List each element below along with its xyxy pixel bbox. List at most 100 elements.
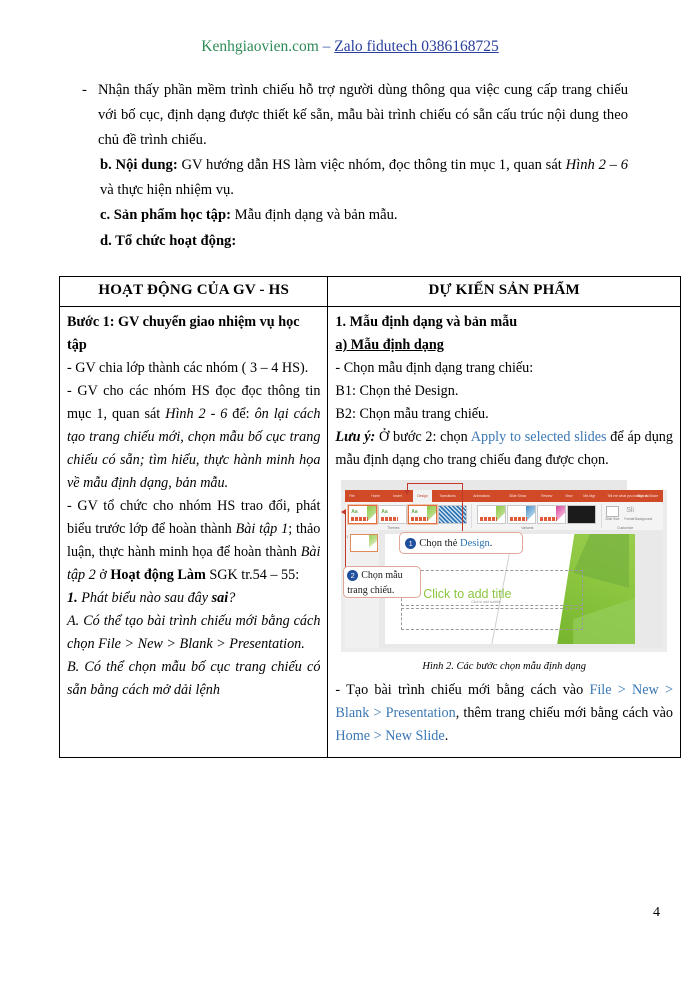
variant-wedge	[526, 506, 536, 523]
question-1-number: 1.	[67, 590, 78, 606]
table-row: Bước 1: GV chuyển giao nhiệm vụ học tập …	[58, 306, 681, 758]
left-para-2: - GV cho các nhóm HS đọc đọc thông tin m…	[67, 380, 320, 495]
bullet-marker: -	[82, 82, 87, 98]
option-a: A. Có thể tạo bài trình chiếu mới bằng c…	[67, 610, 320, 656]
ppt-tab-review[interactable]: Review	[541, 490, 552, 502]
ppt-tab-transitions[interactable]: Transitions	[439, 490, 455, 502]
ppt-theme-thumb-1[interactable]: Aa	[348, 505, 378, 524]
section-b-text-1: GV hướng dẫn HS làm việc nhóm, đọc thông…	[177, 157, 566, 174]
ppt-ribbon-content: Aa Aa Aa Sli Slide Size Format Backgroun…	[345, 502, 664, 531]
ppt-tab-insert[interactable]: Insert	[393, 490, 401, 502]
left-para-3-activity: Hoạt động Làm	[110, 567, 206, 583]
variant-wedge	[556, 506, 566, 523]
section-c: c. Sản phẩm học tập: Mẫu định dạng và bả…	[72, 203, 628, 228]
theme-swatch-lines	[351, 517, 369, 521]
callout-step-1: 1 Chọn thẻ Design.	[399, 532, 524, 554]
table-header-gv-hs: HOẠT ĐỘNG CỦA GV - HS	[58, 276, 329, 307]
subtitle-placeholder-box[interactable]	[401, 608, 584, 630]
right-last-c: .	[444, 728, 449, 744]
section-b-text-2: và thực hiện nhiệm vụ.	[100, 182, 234, 199]
variant-wedge	[496, 506, 506, 523]
slide-thumbnail-1[interactable]	[350, 534, 379, 552]
powerpoint-screenshot: File Home Insert Design Transitions Anim…	[341, 480, 668, 652]
section-b-figure-ref: Hình 2 – 6	[565, 157, 628, 174]
cell-expected-product: 1. Mẫu định dạng và bản mẫu a) Mẫu định …	[327, 306, 681, 758]
annotation-arrow-1-down	[462, 483, 464, 531]
right-last-b: , thêm trang chiếu mới bằng cách vào	[455, 705, 673, 721]
zalo-contact: Zalo fidutech 0386168725	[334, 38, 499, 55]
ppt-variant-thumb-1[interactable]	[477, 505, 507, 524]
right-note-link: Apply to selected slides	[470, 429, 607, 445]
right-note-a: Ở bước 2: chọn	[375, 429, 471, 445]
option-a-text: A. Có thể tạo bài trình chiếu mới bằng c…	[67, 613, 321, 652]
bullet-text: Nhận thấy phần mềm trình chiếu hỗ trợ ng…	[98, 82, 628, 149]
ppt-variant-thumb-2[interactable]	[507, 505, 537, 524]
figure-caption: Hình 2. Các bước chọn mẫu định dạng	[422, 661, 586, 672]
ppt-tab-animations[interactable]: Animations	[473, 490, 490, 502]
theme-wedge	[427, 506, 437, 523]
ppt-title-bar-right	[627, 480, 668, 490]
left-para-3c: ở	[95, 567, 111, 583]
ppt-theme-thumb-2[interactable]: Aa	[378, 505, 408, 524]
callout-1-text-c: .	[489, 538, 493, 549]
ppt-share-button[interactable]: Share	[649, 490, 658, 502]
ppt-tab-design[interactable]: Design	[413, 490, 432, 502]
right-para-1: - Chọn mẫu định dạng trang chiếu:	[335, 360, 534, 376]
ppt-variant-thumb-4[interactable]	[567, 505, 597, 524]
left-para-2-figref: Hình 2 - 6	[165, 406, 228, 422]
ppt-variant-thumb-3[interactable]	[537, 505, 567, 524]
left-para-3-exercise1: Bài tập 1	[235, 521, 289, 537]
annotation-arrow-2-vertical	[345, 512, 347, 572]
ppt-tab-home[interactable]: Home	[371, 490, 380, 502]
right-note: Lưu ý: Ở bước 2: chọn Apply to selected …	[335, 426, 673, 472]
ppt-tab-file[interactable]: File	[349, 490, 354, 502]
step-1-title: Bước 1: GV chuyển giao nhiệm vụ học tập	[67, 311, 320, 357]
activity-table: HOẠT ĐỘNG CỦA GV - HS DỰ KIẾN SẢN PHẨM B…	[58, 276, 681, 758]
header-separator: –	[318, 38, 335, 55]
site-header: Kenhgiaovien.com – Zalo fidutech 0386168…	[0, 38, 700, 56]
ppt-ribbon-divider-1	[471, 504, 473, 528]
right-last-a: - Tạo bài trình chiếu mới bằng cách vào	[335, 682, 590, 698]
callout-1-text-design: Design	[460, 538, 490, 549]
subtitle-placeholder-text: Click to add subtitle	[471, 600, 501, 604]
document-page: Kenhgiaovien.com – Zalo fidutech 0386168…	[0, 0, 700, 990]
callout-1-number: 1	[405, 538, 417, 550]
right-last-link-2: Home > New Slide	[335, 728, 445, 744]
right-heading-2: a) Mẫu định dạng	[335, 334, 673, 357]
callout-step-2: 2 Chọn mẫu trang chiếu.	[343, 566, 422, 598]
ppt-tab-view[interactable]: View	[565, 490, 572, 502]
annotation-arrowhead-theme	[341, 509, 347, 515]
cell-teacher-activity: Bước 1: GV chuyển giao nhiệm vụ học tập …	[58, 306, 329, 758]
format-background-icon[interactable]: Sli	[626, 505, 634, 516]
theme-aa-label: Aa	[411, 509, 418, 515]
figure-powerpoint: File Home Insert Design Transitions Anim…	[335, 480, 673, 675]
variant-swatch-lines	[510, 517, 528, 521]
slide-thumb-wedge	[369, 535, 378, 551]
ppt-theme-thumb-3[interactable]: Aa	[408, 505, 438, 524]
annotation-arrow-1-horizontal	[407, 483, 464, 484]
ppt-ribbon-divider-2	[601, 504, 603, 528]
brand-name: Kenhgiaovien.com	[201, 38, 319, 55]
left-para-1: - GV chia lớp thành các nhóm ( 3 – 4 HS)…	[67, 360, 309, 376]
ppt-tab-slideshow[interactable]: Slide Show	[509, 490, 526, 502]
variant-swatch-lines	[540, 517, 558, 521]
theme-aa-label: Aa	[351, 509, 358, 515]
left-para-2b: để:	[227, 406, 255, 422]
section-b: b. Nội dung: GV hướng dẫn HS làm việc nh…	[72, 153, 628, 203]
table-header-san-pham: DỰ KIẾN SẢN PHẨM	[327, 276, 681, 307]
slide-size-icon[interactable]	[606, 506, 620, 517]
slide-number-label: 1	[346, 534, 349, 539]
option-b: B. Có thể chọn mẫu bố cục trang chiếu có…	[67, 656, 320, 702]
intro-bullet: - Nhận thấy phần mềm trình chiếu hỗ trợ …	[72, 78, 628, 153]
table-header-row: HOẠT ĐỘNG CỦA GV - HS DỰ KIẾN SẢN PHẨM	[58, 276, 681, 307]
ppt-tab-mixmgr[interactable]: Mix Mgr	[583, 490, 595, 502]
section-c-text: Mẫu định dạng và bản mẫu.	[230, 207, 398, 224]
callout-2-number: 2	[347, 570, 359, 582]
right-heading-2-text: a) Mẫu định dạng	[335, 337, 444, 353]
section-d: d. Tổ chức hoạt động:	[72, 229, 628, 254]
option-b-text: B. Có thể chọn mẫu bố cục trang chiếu có…	[67, 659, 321, 698]
question-1-sai: sai	[211, 590, 229, 606]
ppt-signin-link[interactable]: Sign in	[637, 490, 647, 502]
theme-swatch-lines	[381, 517, 399, 521]
page-number: 4	[653, 905, 660, 920]
